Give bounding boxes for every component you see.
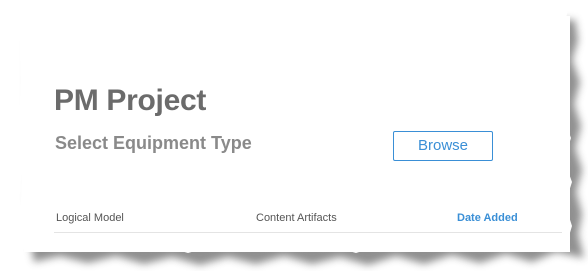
page-subtitle: Select Equipment Type (55, 133, 252, 153)
table-header-divider (54, 232, 562, 233)
screenshot-stage: PM Project Select Equipment Type Browse … (0, 0, 588, 271)
browse-button[interactable]: Browse (393, 131, 493, 161)
column-header-logical-model[interactable]: Logical Model (56, 212, 124, 224)
page-title: PM Project (54, 84, 207, 117)
column-header-content-artifacts[interactable]: Content Artifacts (256, 212, 337, 224)
column-header-date-added[interactable]: Date Added (457, 212, 518, 224)
